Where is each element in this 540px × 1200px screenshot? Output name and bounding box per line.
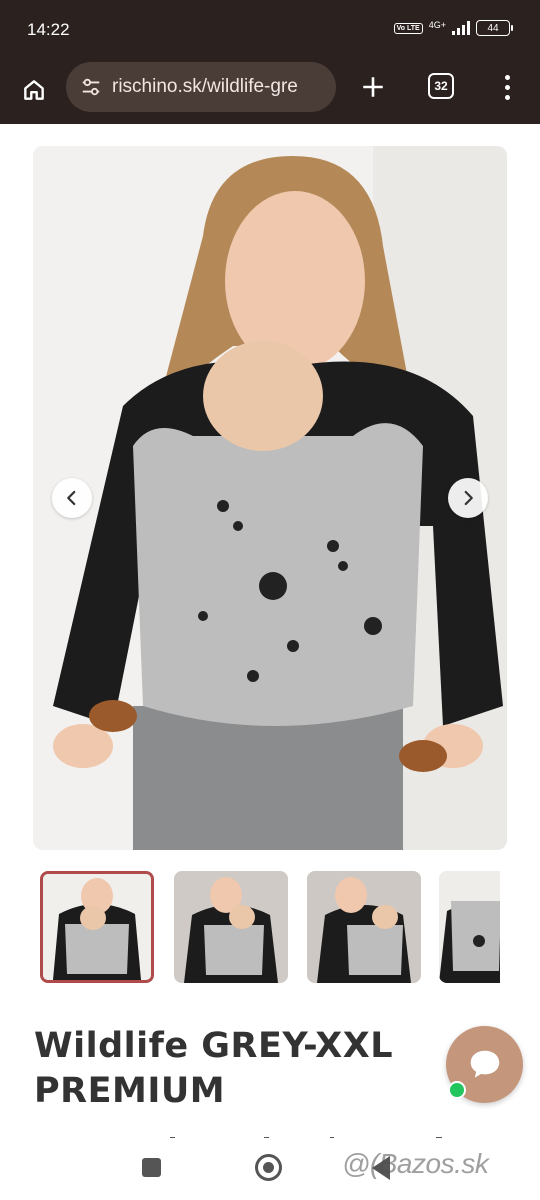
chevron-left-icon — [67, 490, 76, 506]
thumbnail-image — [307, 871, 421, 983]
product-photo — [33, 146, 507, 850]
thumbnail-1[interactable] — [40, 871, 154, 983]
next-image-button[interactable] — [448, 478, 488, 518]
tune-icon[interactable] — [80, 76, 102, 98]
thumbnail-image — [43, 874, 151, 980]
new-tab-button[interactable] — [356, 70, 390, 104]
online-status-dot — [448, 1081, 466, 1099]
url-text: rischino.sk/wildlife-gre — [112, 76, 298, 97]
tabs-button[interactable]: 32 — [428, 73, 454, 99]
thumbnail-image — [439, 871, 500, 983]
network-type: 4G+ — [428, 20, 446, 30]
battery-level: 44 — [487, 22, 499, 34]
thumbnail-strip — [38, 867, 500, 987]
status-time: 14:22 — [27, 20, 70, 39]
url-bar[interactable]: rischino.sk/wildlife-gre — [66, 62, 336, 112]
home-icon — [24, 80, 44, 100]
thumbnail-4[interactable] — [439, 871, 500, 983]
home-button[interactable] — [16, 72, 52, 108]
chevron-right-icon — [464, 490, 473, 506]
more-vert-icon[interactable] — [494, 70, 520, 104]
recent-apps-button[interactable] — [142, 1158, 161, 1177]
product-image[interactable] — [33, 146, 507, 850]
clipped-text-line — [34, 1128, 454, 1138]
thumbnail-3[interactable] — [307, 871, 421, 983]
signal-icon — [452, 21, 470, 35]
browser-toolbar: rischino.sk/wildlife-gre 32 — [0, 62, 540, 124]
chat-icon — [470, 1050, 499, 1078]
system-home-button[interactable] — [255, 1154, 282, 1181]
tabs-count: 32 — [434, 79, 448, 93]
status-icons: Vo LTE 4G+ 44 — [393, 20, 513, 36]
previous-image-button[interactable] — [52, 478, 92, 518]
product-title: Wildlife GREY-XXL PREMIUM — [34, 1026, 394, 1111]
plus-icon — [363, 77, 383, 97]
thumbnail-image — [174, 871, 288, 983]
battery-icon: 44 — [476, 20, 513, 36]
thumbnail-2[interactable] — [174, 871, 288, 983]
system-nav-bar: @(Bazos.sk — [0, 1140, 540, 1200]
watermark: @(Bazos.sk — [342, 1148, 489, 1179]
volte-icon: Vo LTE — [393, 22, 423, 34]
status-bar: 14:22 Vo LTE 4G+ 44 — [0, 0, 540, 62]
